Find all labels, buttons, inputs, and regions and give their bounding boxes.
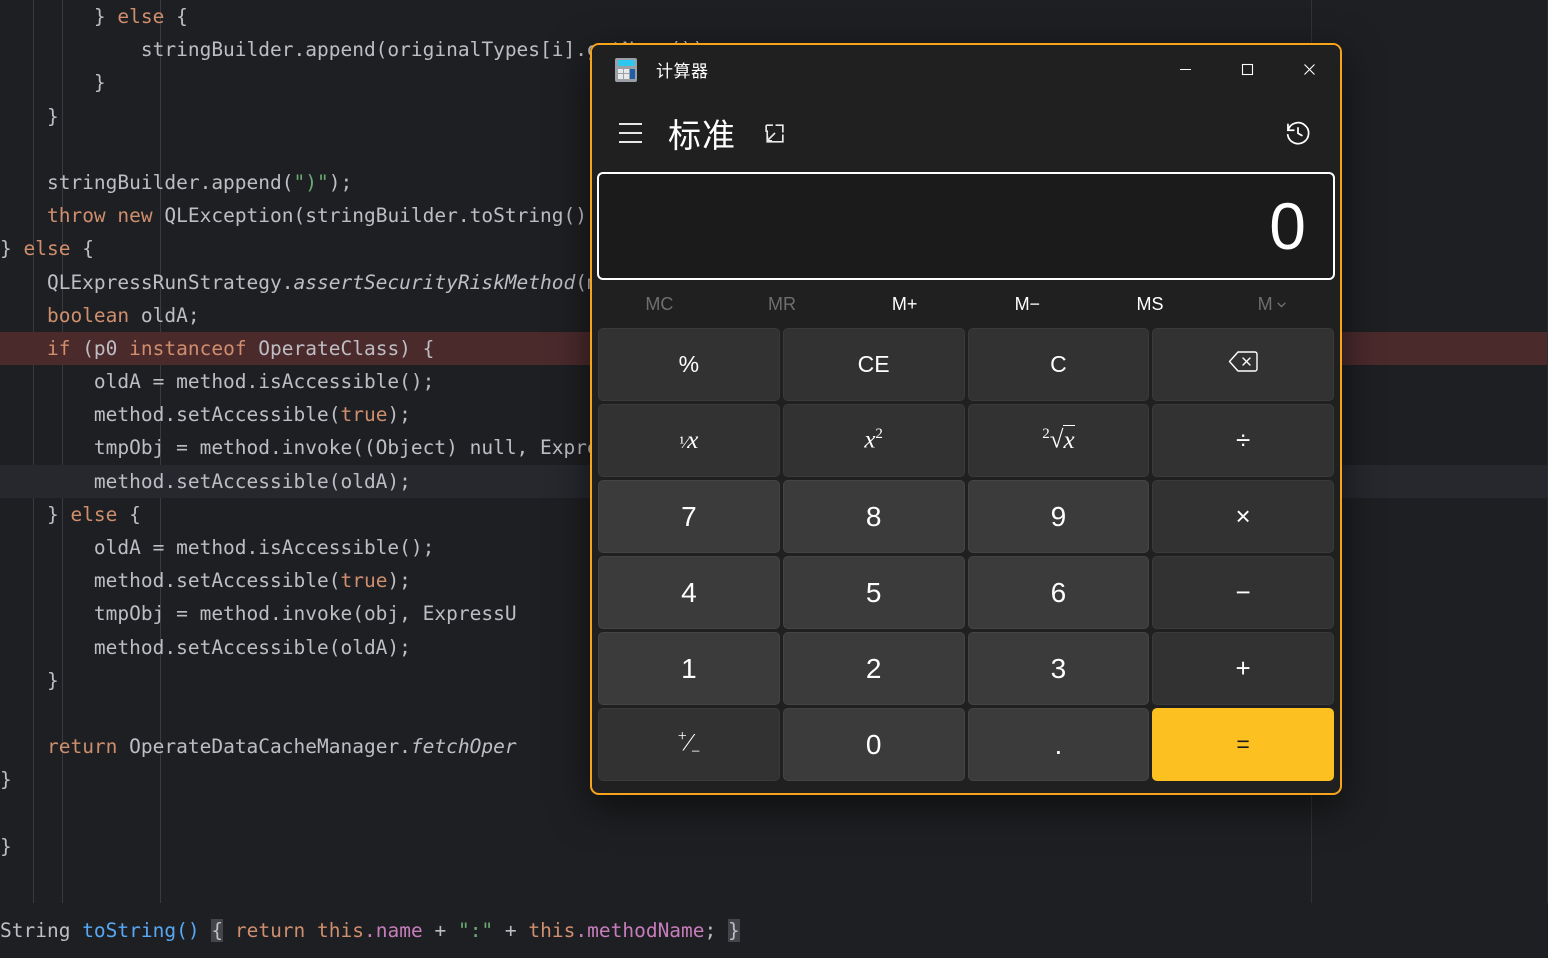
- key-label: 0: [865, 728, 882, 760]
- key-label: %: [678, 351, 700, 377]
- key-label: C: [1050, 351, 1067, 377]
- clear-entry-button[interactable]: CE: [782, 328, 965, 401]
- window-controls: [1154, 45, 1340, 94]
- code-line: } else {: [0, 5, 188, 28]
- key-label: 3: [1050, 652, 1067, 684]
- key-label: 2: [865, 652, 882, 684]
- add-button[interactable]: +: [1152, 632, 1334, 705]
- keypad: % CE C ¹⁄x x2 2√x ÷ 7 8 9 × 4 5 6 − 1 2 3 + +⁄− 0. =: [592, 328, 1340, 787]
- mode-label: 标准: [668, 117, 736, 154]
- memory-m-button[interactable]: M−: [966, 285, 1089, 323]
- digit-8-button[interactable]: 8: [782, 480, 965, 553]
- operator-glyph: ×: [1235, 501, 1251, 531]
- code-token: this: [528, 919, 576, 942]
- operator-glyph: −: [1235, 577, 1251, 607]
- maximize-icon[interactable]: [1216, 45, 1278, 94]
- square-glyph: x2: [864, 426, 883, 454]
- key-label: 1: [681, 652, 697, 684]
- code-token: String: [0, 919, 83, 942]
- memory-button-row: MC MR M+ M− MS M: [592, 280, 1340, 328]
- inline-method-strip: String toString() { return this .name + "…: [0, 903, 1548, 958]
- close-icon[interactable]: [1278, 45, 1340, 94]
- memory-m-button[interactable]: M: [1211, 285, 1334, 323]
- memory-button-label: MC: [645, 293, 674, 314]
- multiply-button[interactable]: ×: [1152, 480, 1334, 553]
- memory-mc-button[interactable]: MC: [598, 285, 721, 323]
- title-bar[interactable]: 计算器: [592, 45, 1340, 94]
- digit-2-button[interactable]: 2: [782, 632, 965, 705]
- square-button[interactable]: x2: [782, 404, 965, 477]
- backspace-icon: [1228, 350, 1258, 379]
- backspace-button[interactable]: [1152, 328, 1334, 401]
- display-value: 0: [1269, 189, 1306, 263]
- negate-glyph: +⁄−: [677, 727, 700, 761]
- negate-button[interactable]: +⁄−: [598, 708, 780, 781]
- key-label: .: [1054, 728, 1063, 760]
- key-label: 9: [1050, 500, 1067, 532]
- calculator-window[interactable]: 计算器 标准 0 MC MR M+ M− MS M % CE C ¹⁄x x2 …: [590, 43, 1342, 795]
- code-token: .name: [364, 919, 423, 942]
- memory-button-label: M: [1257, 293, 1273, 314]
- memory-button-label: M+: [891, 293, 918, 314]
- keep-on-top-icon[interactable]: [754, 113, 794, 153]
- window-title: 计算器: [656, 62, 709, 81]
- code-token: {: [211, 919, 224, 942]
- code-token: this: [317, 919, 365, 942]
- equals-button[interactable]: =: [1152, 708, 1334, 781]
- memory-m-button[interactable]: M+: [843, 285, 966, 323]
- key-label: CE: [857, 351, 890, 377]
- subtract-button[interactable]: −: [1152, 556, 1334, 629]
- code-token: +: [493, 919, 529, 942]
- chevron-down-icon: [1275, 298, 1288, 311]
- calculator-display[interactable]: 0: [597, 172, 1335, 280]
- key-label: 4: [681, 576, 697, 608]
- square-root-button[interactable]: 2√x: [967, 404, 1150, 477]
- operator-glyph: ÷: [1235, 425, 1251, 455]
- digit-4-button[interactable]: 4: [598, 556, 780, 629]
- digit-7-button[interactable]: 7: [598, 480, 780, 553]
- square-root-glyph: 2√x: [1042, 424, 1075, 454]
- memory-ms-button[interactable]: MS: [1089, 285, 1212, 323]
- memory-button-label: MR: [767, 293, 796, 314]
- code-token: return: [234, 919, 306, 942]
- memory-mr-button[interactable]: MR: [721, 285, 844, 323]
- key-label: 6: [1050, 576, 1067, 608]
- code-line: }: [0, 834, 12, 858]
- key-label: 5: [865, 576, 882, 608]
- code-token: ":": [457, 919, 494, 942]
- divide-button[interactable]: ÷: [1152, 404, 1334, 477]
- code-token: +: [422, 919, 458, 942]
- decimal-point-button[interactable]: .: [967, 708, 1150, 781]
- digit-3-button[interactable]: 3: [967, 632, 1150, 705]
- operator-glyph: +: [1235, 653, 1251, 683]
- digit-6-button[interactable]: 6: [967, 556, 1150, 629]
- clear-button[interactable]: C: [967, 328, 1150, 401]
- key-label: 7: [681, 500, 697, 532]
- reciprocal-glyph: ¹⁄x: [679, 426, 699, 454]
- history-icon[interactable]: [1274, 109, 1322, 157]
- key-label: =: [1236, 731, 1250, 757]
- digit-9-button[interactable]: 9: [967, 480, 1150, 553]
- key-label: 8: [865, 500, 882, 532]
- calculator-icon: [615, 57, 637, 82]
- code-token: ;: [704, 919, 729, 942]
- code-token: toString(): [82, 919, 200, 942]
- minimize-icon[interactable]: [1154, 45, 1216, 94]
- percent-button[interactable]: %: [598, 328, 780, 401]
- memory-button-label: MS: [1136, 293, 1164, 314]
- code-token: }: [728, 919, 740, 942]
- code-token: .methodName: [575, 919, 705, 942]
- digit-1-button[interactable]: 1: [598, 632, 780, 705]
- hamburger-menu-icon[interactable]: [606, 109, 654, 157]
- memory-button-label: M−: [1014, 293, 1041, 314]
- mode-bar: 标准: [592, 94, 1340, 172]
- digit-0-button[interactable]: 0: [782, 708, 965, 781]
- reciprocal-button[interactable]: ¹⁄x: [598, 404, 780, 477]
- digit-5-button[interactable]: 5: [782, 556, 965, 629]
